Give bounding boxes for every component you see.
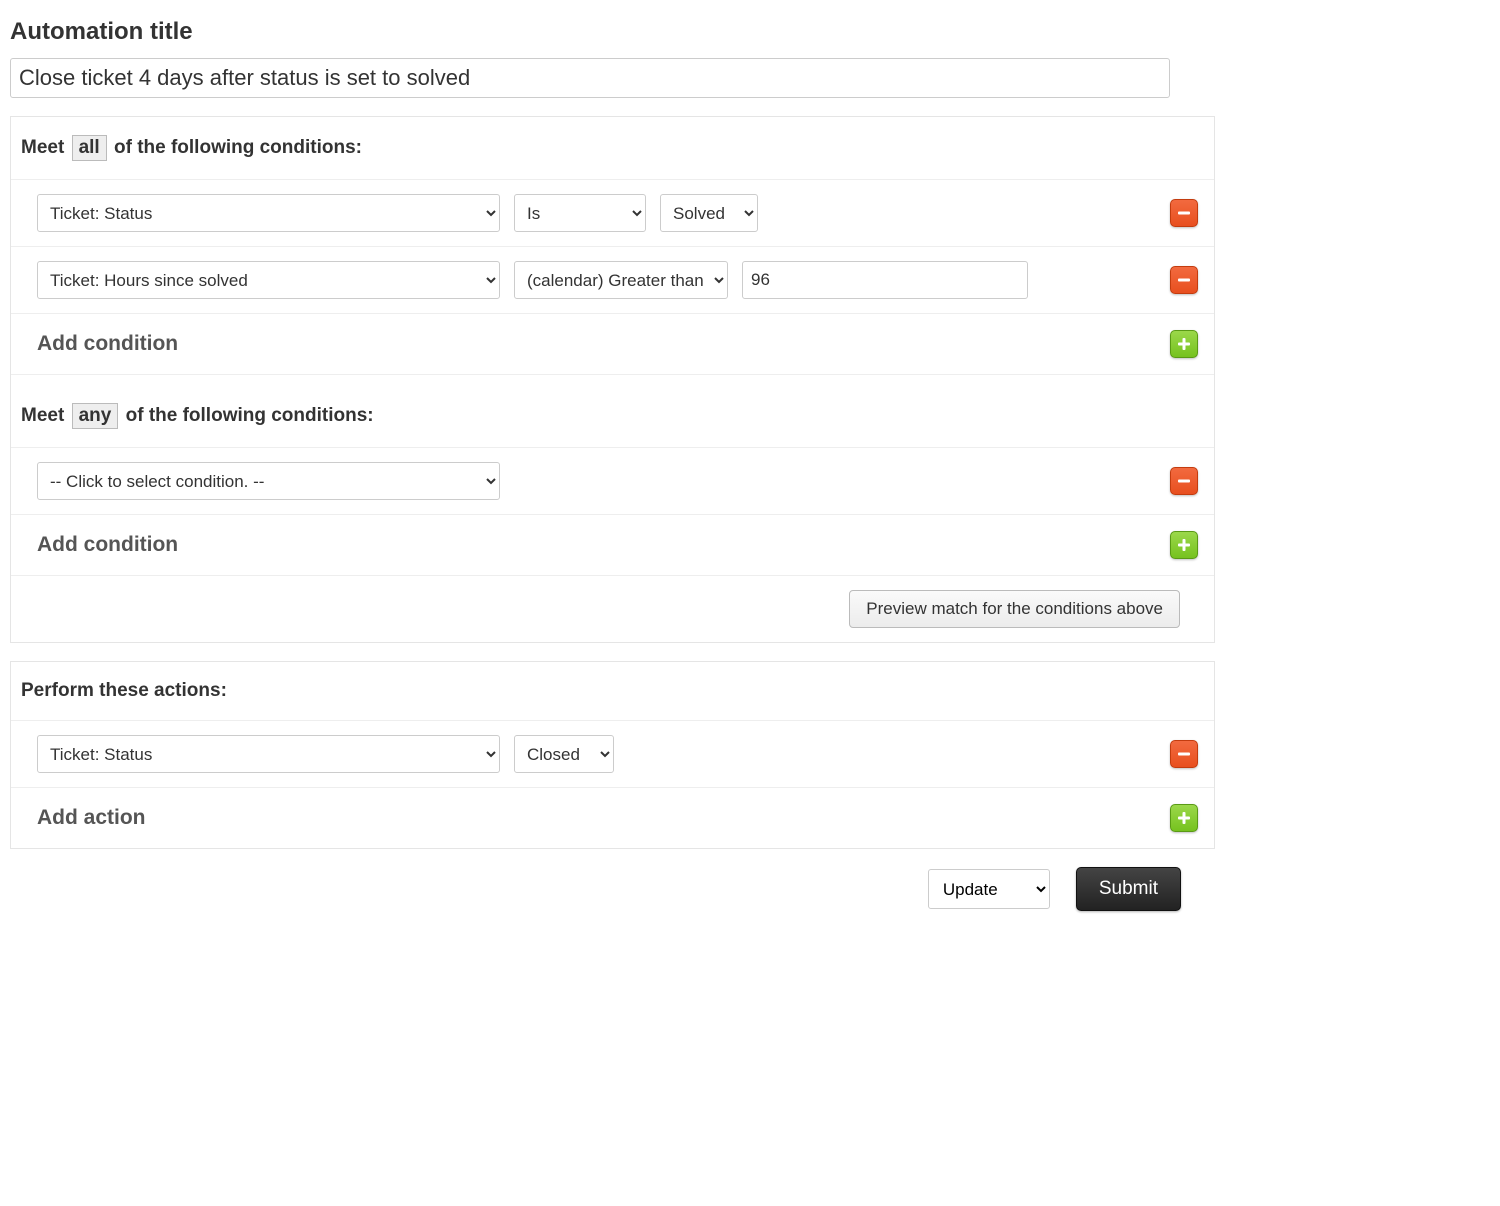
- remove-condition-button[interactable]: [1170, 266, 1198, 294]
- meet-all-header: Meet all of the following conditions:: [11, 117, 1214, 179]
- add-condition-label: Add condition: [37, 533, 178, 557]
- add-condition-row: Add condition: [11, 515, 1214, 576]
- add-condition-label: Add condition: [37, 332, 178, 356]
- condition-operator-select[interactable]: Is: [514, 194, 646, 232]
- meet-prefix: Meet: [21, 405, 64, 426]
- add-action-button[interactable]: [1170, 804, 1198, 832]
- remove-action-button[interactable]: [1170, 740, 1198, 768]
- meet-any-header: Meet any of the following conditions:: [11, 375, 1214, 447]
- minus-icon: [1176, 473, 1192, 489]
- automation-title-label: Automation title: [10, 18, 1215, 46]
- preview-match-button[interactable]: Preview match for the conditions above: [849, 590, 1180, 628]
- conditions-panel: Meet all of the following conditions: Ti…: [10, 116, 1215, 643]
- submit-button[interactable]: Submit: [1076, 867, 1181, 911]
- minus-icon: [1176, 272, 1192, 288]
- condition-row: Ticket: Status Is Solved: [11, 179, 1214, 247]
- add-action-row: Add action: [11, 788, 1214, 848]
- meet-suffix: of the following conditions:: [126, 405, 374, 426]
- add-condition-button[interactable]: [1170, 531, 1198, 559]
- plus-icon: [1176, 336, 1192, 352]
- action-field-select[interactable]: Ticket: Status: [37, 735, 500, 773]
- all-tag: all: [72, 135, 107, 161]
- meet-prefix: Meet: [21, 137, 64, 158]
- condition-field-select[interactable]: Ticket: Hours since solved: [37, 261, 500, 299]
- remove-condition-button[interactable]: [1170, 199, 1198, 227]
- automation-title-input[interactable]: [10, 58, 1170, 98]
- remove-condition-button[interactable]: [1170, 467, 1198, 495]
- condition-value-input[interactable]: [742, 261, 1028, 299]
- condition-operator-select[interactable]: (calendar) Greater than: [514, 261, 728, 299]
- actions-header: Perform these actions:: [11, 662, 1214, 720]
- condition-row: Ticket: Hours since solved (calendar) Gr…: [11, 247, 1214, 314]
- meet-suffix: of the following conditions:: [114, 137, 362, 158]
- add-action-label: Add action: [37, 806, 146, 830]
- footer-action-select[interactable]: Update: [928, 869, 1050, 909]
- plus-icon: [1176, 537, 1192, 553]
- condition-field-select[interactable]: -- Click to select condition. --: [37, 462, 500, 500]
- condition-value-select[interactable]: Solved: [660, 194, 758, 232]
- condition-field-select[interactable]: Ticket: Status: [37, 194, 500, 232]
- minus-icon: [1176, 746, 1192, 762]
- add-condition-row: Add condition: [11, 314, 1214, 375]
- any-tag: any: [72, 403, 119, 429]
- minus-icon: [1176, 205, 1192, 221]
- add-condition-button[interactable]: [1170, 330, 1198, 358]
- plus-icon: [1176, 810, 1192, 826]
- action-row: Ticket: Status Closed: [11, 720, 1214, 788]
- condition-row: -- Click to select condition. --: [11, 447, 1214, 515]
- action-value-select[interactable]: Closed: [514, 735, 614, 773]
- preview-row: Preview match for the conditions above: [11, 576, 1214, 642]
- footer-row: Update Submit: [10, 849, 1215, 921]
- actions-panel: Perform these actions: Ticket: Status Cl…: [10, 661, 1215, 849]
